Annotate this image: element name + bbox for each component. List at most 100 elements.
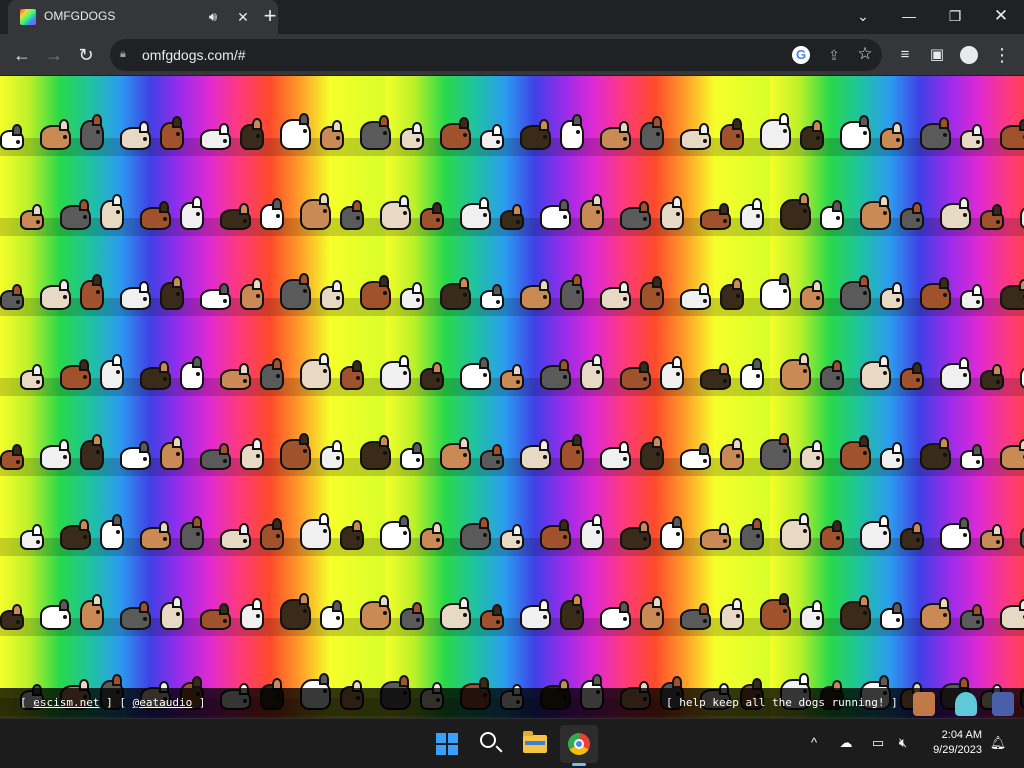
running-dog-icon — [820, 520, 844, 550]
running-dog-icon — [440, 437, 471, 470]
running-dog-icon — [200, 443, 231, 470]
more-menu-icon[interactable]: ⋮ — [990, 43, 1014, 67]
running-dog-icon — [900, 362, 924, 390]
running-dog-icon — [860, 195, 891, 230]
running-dog-icon — [200, 603, 231, 630]
eataudio-link[interactable]: @eataudio — [133, 696, 193, 709]
running-dog-icon — [600, 281, 631, 310]
onedrive-icon[interactable]: ☁ — [836, 735, 856, 751]
running-dog-icon — [880, 282, 904, 310]
running-dog-icon — [0, 124, 24, 150]
running-dog-icon — [580, 354, 604, 390]
speaker-icon[interactable]: 🔊︎ — [204, 8, 222, 26]
running-dog-icon — [40, 279, 71, 310]
running-dog-icon — [520, 119, 551, 150]
running-dog-icon — [960, 284, 984, 310]
media-control-icon[interactable]: ≡ — [893, 43, 917, 67]
running-dog-icon — [540, 199, 571, 230]
running-dog-icon — [20, 524, 44, 550]
tab-close-icon[interactable]: ✕ — [234, 8, 252, 26]
share-icon[interactable]: ⇪ — [824, 45, 844, 65]
pixel-character-icon — [913, 692, 935, 716]
reload-button[interactable]: ↻ — [72, 41, 100, 69]
running-dog-icon — [160, 116, 184, 150]
back-button[interactable]: ← — [8, 41, 36, 69]
address-bar[interactable]: 🔒︎ omfgdogs.com/# G ⇪ ☆ — [110, 39, 882, 71]
running-dog-icon — [440, 277, 471, 310]
running-dog-icon — [600, 601, 631, 630]
running-dog-icon — [460, 517, 491, 550]
lock-icon[interactable]: 🔒︎ — [120, 47, 132, 61]
running-dog-icon — [0, 604, 24, 630]
dog-row — [0, 236, 1024, 316]
running-dog-icon — [320, 280, 344, 310]
running-dog-icon — [620, 201, 651, 230]
running-dog-icon — [700, 523, 731, 550]
help-keep-dogs-running-link[interactable]: [ help keep all the dogs running! ] — [666, 696, 898, 709]
running-dog-icon — [780, 353, 811, 390]
url-text[interactable]: omfgdogs.com/# — [142, 47, 246, 63]
running-dog-icon — [680, 123, 711, 150]
chevron-up-icon[interactable]: ^ — [804, 735, 824, 751]
running-dog-icon — [260, 358, 284, 390]
running-dog-icon — [880, 602, 904, 630]
google-lens-icon[interactable]: G — [792, 46, 810, 64]
running-dog-icon — [40, 439, 71, 470]
running-dog-icon — [560, 274, 584, 310]
forward-button[interactable]: → — [40, 41, 68, 69]
clock-date: 9/29/2023 — [933, 744, 982, 756]
tab-search-icon[interactable]: ⌄ — [840, 0, 886, 34]
running-dog-icon — [860, 515, 891, 550]
running-dog-icon — [220, 363, 251, 390]
running-dog-icon — [480, 444, 504, 470]
running-dog-icon — [0, 284, 24, 310]
notification-bell-icon[interactable]: 🔔︎ — [988, 735, 1008, 751]
running-dog-icon — [360, 595, 391, 630]
running-dog-icon — [840, 275, 871, 310]
running-dog-icon — [40, 119, 71, 150]
running-dog-icon — [200, 123, 231, 150]
clock[interactable]: 2:04 AM 9/29/2023 — [918, 728, 982, 758]
running-dog-icon — [920, 597, 951, 630]
bookmark-star-icon[interactable]: ☆ — [855, 44, 875, 64]
running-dog-icon — [420, 362, 444, 390]
running-dog-icon — [460, 197, 491, 230]
running-dog-icon — [540, 519, 571, 550]
running-dog-icon — [980, 364, 1004, 390]
running-dog-icon — [300, 193, 331, 230]
running-dog-icon — [140, 201, 171, 230]
dog-row — [0, 556, 1024, 636]
running-dog-icon — [960, 124, 984, 150]
running-dog-icon — [360, 275, 391, 310]
running-dog-icon — [500, 204, 524, 230]
running-dog-icon — [460, 357, 491, 390]
running-dog-icon — [280, 593, 311, 630]
close-window-icon[interactable]: ✕ — [978, 0, 1024, 34]
running-dog-icon — [160, 436, 184, 470]
search-icon[interactable] — [472, 725, 510, 763]
volume-muted-icon[interactable]: 🔇︎ — [893, 735, 913, 751]
windows-start-icon[interactable] — [428, 725, 466, 763]
restore-icon[interactable]: ❐ — [932, 0, 978, 34]
running-dog-icon — [380, 515, 411, 550]
running-dog-icon — [220, 203, 251, 230]
running-dog-icon — [600, 441, 631, 470]
running-dog-icon — [420, 522, 444, 550]
side-panel-icon[interactable]: ▣ — [925, 43, 949, 67]
running-dog-icon — [100, 354, 124, 390]
running-dog-icon — [620, 361, 651, 390]
profile-icon[interactable] — [957, 43, 981, 67]
file-explorer-icon[interactable] — [516, 725, 554, 763]
running-dog-icon — [180, 356, 204, 390]
new-tab-button[interactable]: + — [257, 4, 283, 30]
running-dog-icon — [300, 513, 331, 550]
running-dog-icon — [80, 274, 104, 310]
browser-tab[interactable]: OMFGDOGS 🔊︎ ✕ — [8, 0, 278, 34]
chrome-icon[interactable] — [560, 725, 598, 763]
running-dog-icon — [320, 120, 344, 150]
display-icon[interactable]: ▭ — [868, 735, 888, 751]
escism-link[interactable]: escism.net — [33, 696, 99, 709]
running-dog-icon — [140, 361, 171, 390]
minimize-icon[interactable]: — — [886, 0, 932, 34]
running-dog-icon — [240, 598, 264, 630]
